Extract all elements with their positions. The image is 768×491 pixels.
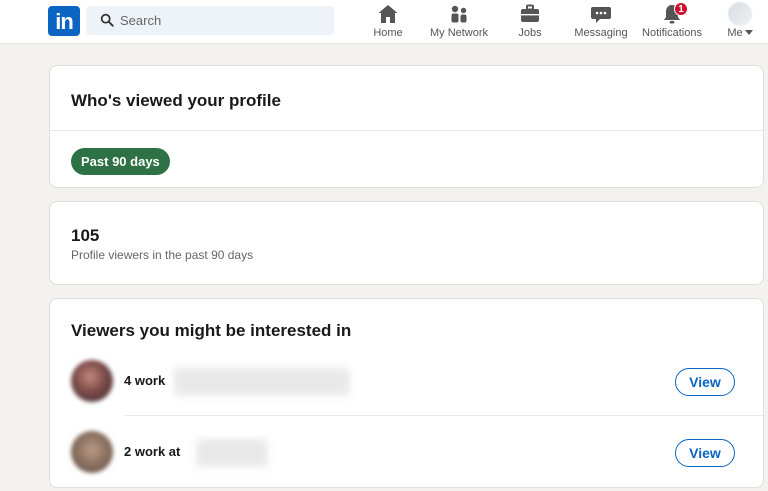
view-button[interactable]: View	[675, 439, 735, 467]
me-label-text: Me	[727, 27, 743, 39]
viewer-count: 105	[71, 226, 100, 245]
viewer-avatar[interactable]	[71, 431, 113, 473]
interesting-viewers-title: Viewers you might be interested in	[71, 321, 352, 340]
search-icon	[100, 13, 114, 27]
nav-my-network[interactable]: My Network	[426, 2, 492, 42]
search-input[interactable]	[120, 6, 325, 35]
linkedin-logo[interactable]: in	[48, 6, 80, 36]
list-item[interactable]: 4 work View	[50, 360, 763, 420]
home-icon	[378, 5, 398, 23]
briefcase-icon	[521, 4, 539, 22]
nav-me[interactable]: Me	[720, 2, 760, 42]
list-item[interactable]: 2 work at View	[50, 431, 763, 491]
nav-home[interactable]: Home	[364, 2, 412, 42]
avatar	[728, 2, 752, 26]
time-range-filter-button[interactable]: Past 90 days	[71, 148, 170, 175]
blurred-company	[196, 439, 268, 467]
nav-messaging-label: Messaging	[574, 27, 628, 39]
nav-my-network-label: My Network	[429, 27, 489, 39]
nav-jobs-label: Jobs	[518, 27, 542, 39]
viewer-count-caption: Profile viewers in the past 90 days	[71, 248, 254, 262]
viewer-avatar[interactable]	[71, 360, 113, 402]
nav-notifications-label: Notifications	[642, 27, 702, 39]
nav-notifications[interactable]: 1 Notifications	[638, 2, 706, 42]
search-bar[interactable]	[86, 6, 334, 35]
top-navigation: in Home My Network Jobs	[0, 0, 768, 44]
caret-down-icon	[744, 30, 753, 35]
network-icon	[451, 5, 467, 23]
nav-jobs[interactable]: Jobs	[506, 2, 554, 42]
messaging-icon	[591, 7, 611, 23]
profile-views-title: Who's viewed your profile	[71, 91, 281, 110]
interesting-viewers-card: Viewers you might be interested in 4 wor…	[49, 298, 764, 488]
viewer-headline: 4 work	[124, 373, 166, 388]
view-button[interactable]: View	[675, 368, 735, 396]
card-divider	[50, 130, 763, 131]
notification-badge: 1	[674, 2, 688, 16]
list-divider	[124, 415, 763, 416]
nav-home-label: Home	[373, 27, 403, 39]
nav-messaging[interactable]: Messaging	[572, 2, 630, 42]
viewer-headline: 2 work at	[124, 444, 181, 459]
nav-me-label: Me	[720, 27, 760, 39]
blurred-company	[174, 368, 350, 396]
profile-views-card: Who's viewed your profile Past 90 days	[49, 65, 764, 188]
viewer-stats-card: 105 Profile viewers in the past 90 days	[49, 201, 764, 285]
